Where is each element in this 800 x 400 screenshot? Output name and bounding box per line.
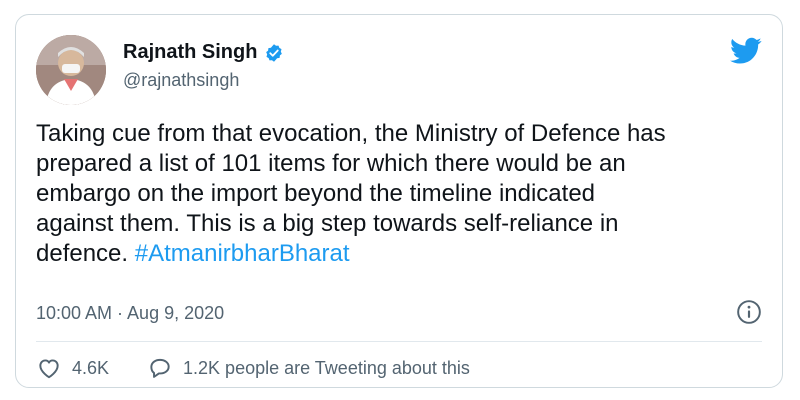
like-count: 4.6K: [72, 357, 110, 378]
tweet-text: Taking cue from that evocation, the Mini…: [36, 119, 756, 269]
info-icon[interactable]: [736, 299, 762, 325]
author-handle[interactable]: @rajnathsingh: [123, 70, 239, 91]
speech-bubble-icon: [150, 358, 170, 378]
avatar[interactable]: [36, 35, 106, 105]
conversation-link[interactable]: 1.2K people are Tweeting about this: [147, 355, 470, 381]
action-bar: 4.6K 1.2K people are Tweeting about this: [36, 355, 470, 381]
hashtag-link[interactable]: #AtmanirbharBharat: [135, 240, 350, 267]
tweet-body: Taking cue from that evocation, the Mini…: [36, 120, 666, 267]
conversation-label: 1.2K people are Tweeting about this: [183, 357, 470, 378]
twitter-bird-icon[interactable]: [730, 37, 762, 65]
divider: [36, 341, 762, 342]
tweet-timestamp[interactable]: 10:00 AM · Aug 9, 2020: [36, 303, 224, 324]
avatar-image: [36, 35, 106, 105]
author-name[interactable]: Rajnath Singh: [123, 41, 257, 64]
like-button[interactable]: 4.6K: [36, 355, 109, 381]
verified-badge-icon: [266, 43, 283, 62]
heart-icon: [39, 359, 59, 379]
tweet-card[interactable]: Rajnath Singh @rajnathsingh Taking cue f…: [15, 14, 783, 388]
author-name-row: Rajnath Singh: [123, 41, 284, 64]
